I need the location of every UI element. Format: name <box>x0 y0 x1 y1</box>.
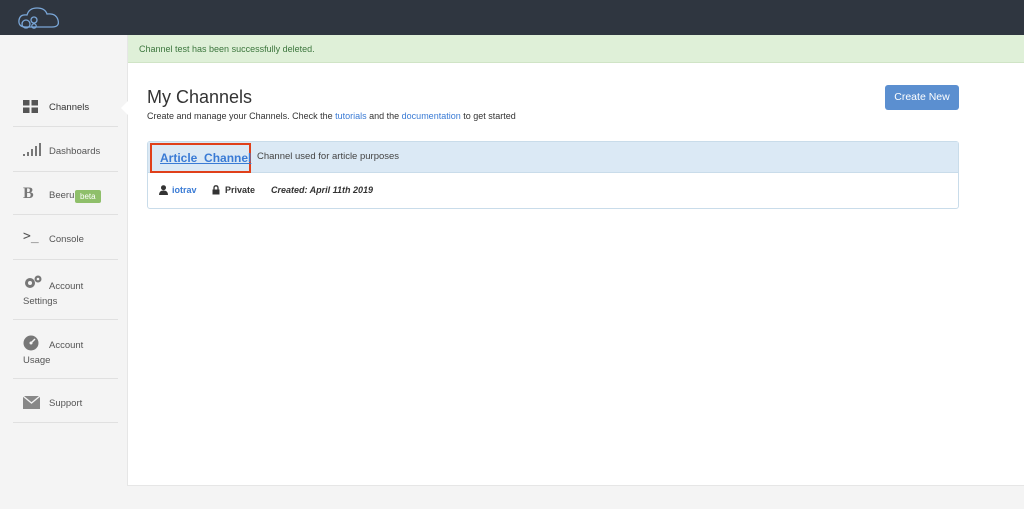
sidebar-item-dashboards[interactable]: Dashboards <box>13 127 118 172</box>
sidebar-item-label: Account Usage <box>23 340 84 366</box>
terminal-prompt-icon: >_ <box>23 229 39 244</box>
channel-card: Article_Channel Channel used for article… <box>147 141 959 209</box>
channel-name-link[interactable]: Article_Channel <box>150 143 251 173</box>
user-icon <box>159 185 168 195</box>
sidebar-item-label: Channels <box>49 102 90 113</box>
sidebar-item-label: Support <box>49 398 83 409</box>
channel-description: Channel used for article purposes <box>257 151 400 162</box>
sidebar-item-label: Account Settings <box>23 281 84 307</box>
success-alert: Channel test has been successfully delet… <box>128 35 1024 63</box>
sidebar-item-label: Dashboards <box>49 146 101 157</box>
channel-privacy: Private <box>225 185 256 195</box>
create-new-button[interactable]: Create New <box>885 85 959 110</box>
page-title: My Channels <box>147 87 253 107</box>
bar-chart-icon <box>23 143 41 156</box>
subtitle-text: Create and manage your Channels. Check t… <box>147 111 336 121</box>
subtitle-text: to get started <box>460 111 516 121</box>
active-nav-caret <box>121 101 128 115</box>
sidebar-item-account-usage[interactable]: Account Usage <box>13 320 118 379</box>
sidebar-item-support[interactable]: Support <box>13 379 118 423</box>
sidebar: Channels Dashboards B Beerules >_ Consol… <box>0 35 127 509</box>
sidebar-item-channels[interactable]: Channels <box>13 87 118 127</box>
channel-owner-link[interactable]: iotrav <box>172 185 197 195</box>
envelope-icon <box>23 396 40 409</box>
lock-icon <box>212 185 220 195</box>
beta-badge: beta <box>75 190 101 203</box>
tutorials-link[interactable]: tutorials <box>335 111 367 121</box>
cloud-gears-logo-icon[interactable] <box>16 5 66 31</box>
grid-icon <box>23 100 38 113</box>
sidebar-item-beerules[interactable]: B Beerules <box>13 172 118 215</box>
documentation-link[interactable]: documentation <box>402 111 461 121</box>
page-subtitle: Create and manage your Channels. Check t… <box>147 111 516 121</box>
sidebar-item-console[interactable]: >_ Console <box>13 215 118 260</box>
channel-card-header: Article_Channel Channel used for article… <box>148 142 958 173</box>
main-content: Channel test has been successfully delet… <box>121 35 1024 486</box>
sidebar-item-label: Console <box>49 234 84 245</box>
channel-created-date: Created: April 11th 2019 <box>271 185 374 195</box>
beerules-b-icon: B <box>23 185 34 202</box>
subtitle-text: and the <box>366 111 402 121</box>
top-bar <box>0 0 1024 35</box>
sidebar-item-account-settings[interactable]: Account Settings <box>13 260 118 320</box>
